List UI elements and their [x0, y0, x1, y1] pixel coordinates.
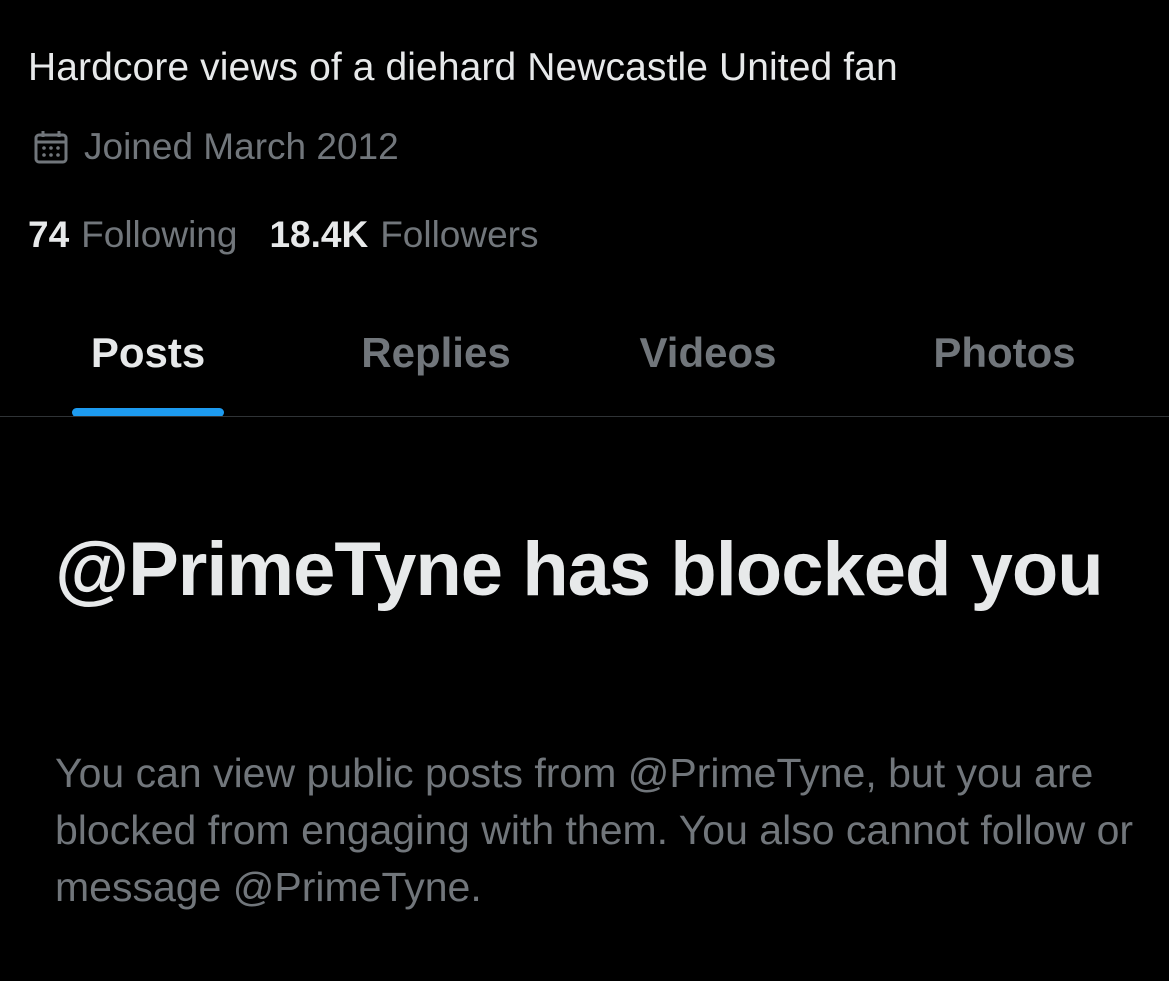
profile-stats: 74 Following 18.4K Followers: [28, 214, 571, 256]
tab-posts[interactable]: Posts: [0, 300, 296, 417]
calendar-icon: [32, 128, 70, 166]
following-label: Following: [81, 214, 238, 255]
tab-photos[interactable]: Photos: [840, 300, 1169, 417]
profile-bio: Hardcore views of a diehard Newcastle Un…: [28, 46, 898, 89]
following-count: 74: [28, 214, 70, 255]
blocked-title: @PrimeTyne has blocked you: [55, 527, 1104, 612]
followers-count: 18.4K: [269, 214, 369, 255]
blocked-description: You can view public posts from @PrimeTyn…: [55, 750, 1134, 910]
tab-posts-label: Posts: [90, 328, 206, 376]
profile-tabs: Posts Replies Videos Photos: [0, 300, 1169, 417]
tab-replies[interactable]: Replies: [296, 300, 576, 417]
tabs-divider: [0, 416, 1169, 417]
followers-label: Followers: [380, 214, 539, 255]
joined-date: Joined March 2012: [32, 126, 399, 168]
following-link[interactable]: 74 Following: [28, 214, 237, 256]
tab-replies-label: Replies: [361, 328, 511, 376]
followers-link[interactable]: 18.4K Followers: [269, 214, 538, 256]
tab-photos-label: Photos: [933, 328, 1076, 376]
joined-label: Joined March 2012: [84, 126, 399, 167]
tab-videos-label: Videos: [639, 328, 777, 376]
tab-videos[interactable]: Videos: [576, 300, 840, 417]
